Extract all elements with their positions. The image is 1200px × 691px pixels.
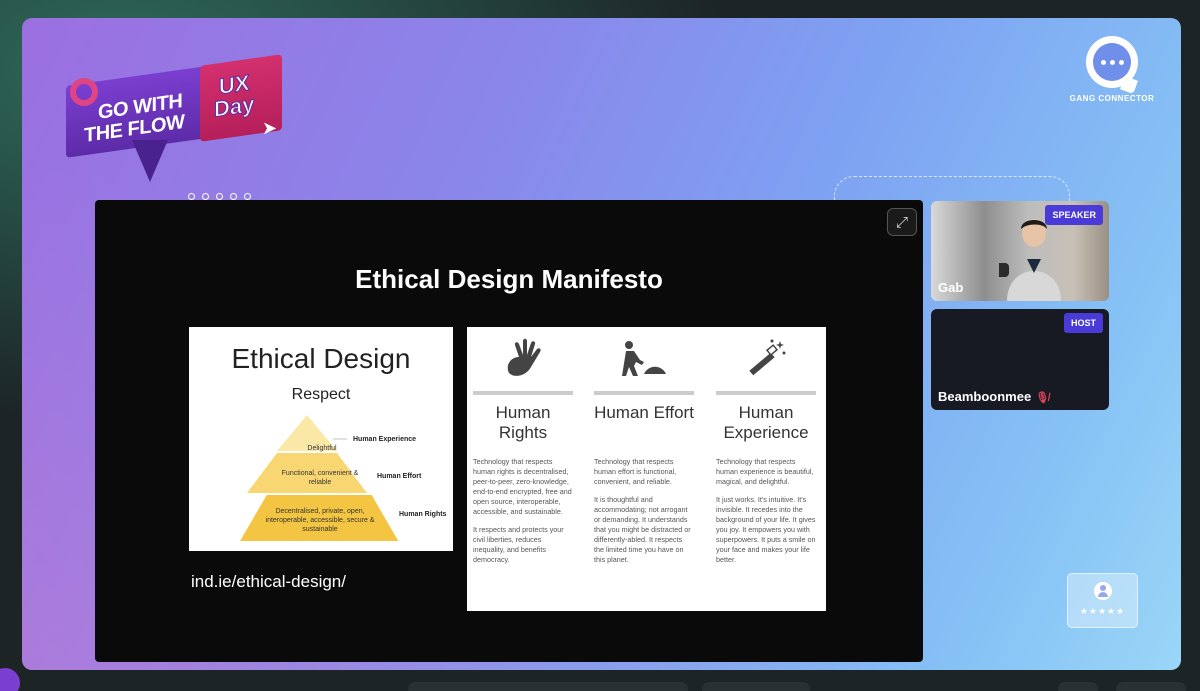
- paper-plane-icon: ➤: [262, 118, 278, 138]
- ethical-design-pyramid-card: Ethical Design Respect Delightful Human …: [189, 327, 453, 551]
- toolbar-button[interactable]: [1116, 682, 1186, 691]
- rating-stars[interactable]: ★★★★★: [1068, 606, 1137, 617]
- rating-widget[interactable]: ★★★★★: [1067, 573, 1138, 628]
- ring-icon: [70, 78, 98, 106]
- participant-name: Gab: [938, 280, 964, 295]
- participant-tile-host[interactable]: HOST Beamboonmee 🎙︎̸: [931, 309, 1109, 410]
- person-pushing-icon: [594, 327, 694, 389]
- user-avatar-icon: [1093, 582, 1112, 600]
- toolbar-secondary[interactable]: [702, 682, 810, 691]
- column-human-effort: Human Effort Technology that respects hu…: [594, 327, 694, 573]
- shared-screen: ⤢ Ethical Design Manifesto Ethical Desig…: [95, 200, 923, 662]
- brand-logo-text: GANG CONNECTOR: [1069, 94, 1155, 103]
- pyramid-label-effort: Human Effort: [377, 473, 422, 480]
- manifesto-columns-card: Human Rights Technology that respects hu…: [467, 327, 826, 611]
- ux-day-badge: UX Day: [214, 69, 255, 122]
- pyramid-tier-middle: Functional, convenient & reliable: [281, 470, 359, 486]
- participant-name-row: Beamboonmee 🎙︎̸: [938, 389, 1049, 404]
- bottom-toolbar: [0, 674, 1200, 691]
- column-title: Human Rights: [495, 403, 551, 442]
- column-title: Human Experience: [723, 403, 809, 442]
- pyramid-title: Ethical Design: [231, 343, 411, 374]
- host-badge: HOST: [1063, 313, 1103, 333]
- column-body: Technology that respects human experienc…: [716, 457, 816, 564]
- pyramid-label-experience: Human Experience: [353, 436, 417, 443]
- decorative-dots: [188, 193, 251, 200]
- column-human-rights: Human Rights Technology that respects hu…: [473, 327, 573, 573]
- column-title: Human Effort: [594, 403, 694, 422]
- slide-title: Ethical Design Manifesto: [355, 264, 663, 294]
- column-body: Technology that respects human effort is…: [594, 457, 691, 564]
- participant-name: Beamboonmee: [938, 389, 1032, 404]
- event-banner: GO WITH THE FLOW UX Day ➤: [66, 48, 286, 188]
- pyramid-tier-top: Delightful: [307, 445, 337, 452]
- column-body: Technology that respects human rights is…: [473, 457, 572, 564]
- chat-bubble-icon: [1086, 36, 1138, 88]
- expand-icon: ⤢: [895, 213, 908, 231]
- magic-wand-icon: [716, 327, 816, 389]
- pyramid-label-rights: Human Rights: [399, 511, 447, 518]
- column-human-experience: Human Experience Technology that respect…: [716, 327, 816, 573]
- toolbar-button[interactable]: [1058, 682, 1098, 691]
- pyramid-subtitle: Respect: [291, 386, 351, 403]
- pyramid-tier-bottom: Decentralised, private, open, interopera…: [265, 508, 375, 533]
- mic-muted-icon: 🎙︎̸: [1035, 392, 1050, 404]
- hand-icon: [473, 327, 573, 389]
- toolbar-controls[interactable]: [408, 682, 688, 691]
- participant-tile-speaker[interactable]: SPEAKER Gab: [931, 201, 1109, 301]
- fullscreen-button[interactable]: ⤢: [887, 208, 917, 236]
- brand-logo: GANG CONNECTOR: [1067, 36, 1157, 103]
- slide-url: ind.ie/ethical-design/: [191, 572, 346, 591]
- speaker-badge: SPEAKER: [1045, 205, 1103, 225]
